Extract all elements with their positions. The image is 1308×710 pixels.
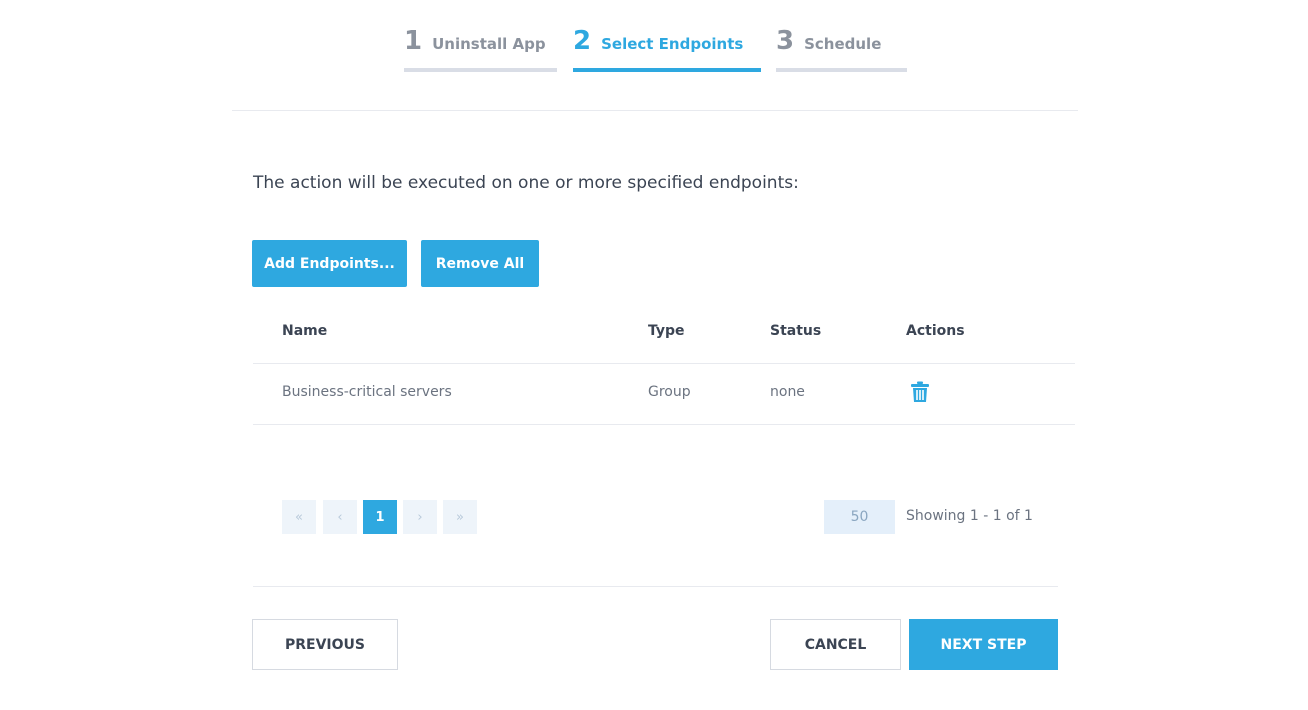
wizard-divider [232,110,1078,111]
showing-count: Showing 1 - 1 of 1 [906,508,1033,524]
next-step-button[interactable]: NEXT STEP [909,619,1058,670]
header-divider [253,363,1075,364]
next-page-button[interactable]: › [403,500,437,534]
cell-status: none [770,384,805,400]
step-number: 2 [573,26,592,56]
step-number: 3 [776,26,795,56]
cell-type: Group [648,384,691,400]
step-label: Schedule [804,35,882,53]
cell-name: Business-critical servers [282,384,452,400]
intro-text: The action will be executed on one or mo… [253,173,799,193]
wizard-steps: 1 Uninstall App 2 Select Endpoints 3 Sch… [0,0,1308,110]
footer-divider [253,586,1058,587]
column-header-status[interactable]: Status [770,323,821,339]
cancel-button[interactable]: CANCEL [770,619,901,670]
row-divider [253,424,1075,425]
previous-button[interactable]: PREVIOUS [252,619,398,670]
step-schedule[interactable]: 3 Schedule [776,28,907,72]
step-uninstall-app[interactable]: 1 Uninstall App [404,28,557,72]
step-number: 1 [404,26,423,56]
column-header-type[interactable]: Type [648,323,685,339]
column-header-name[interactable]: Name [282,323,327,339]
remove-all-button[interactable]: Remove All [421,240,539,287]
trash-icon[interactable] [910,381,930,403]
column-header-actions: Actions [906,323,965,339]
add-endpoints-button[interactable]: Add Endpoints... [252,240,407,287]
prev-page-button[interactable]: ‹ [323,500,357,534]
step-label: Uninstall App [432,35,546,53]
step-label: Select Endpoints [601,35,744,53]
first-page-button[interactable]: « [282,500,316,534]
per-page-select[interactable]: 50 [824,500,895,534]
step-select-endpoints[interactable]: 2 Select Endpoints [573,28,761,72]
last-page-button[interactable]: » [443,500,477,534]
page-1-button[interactable]: 1 [363,500,397,534]
